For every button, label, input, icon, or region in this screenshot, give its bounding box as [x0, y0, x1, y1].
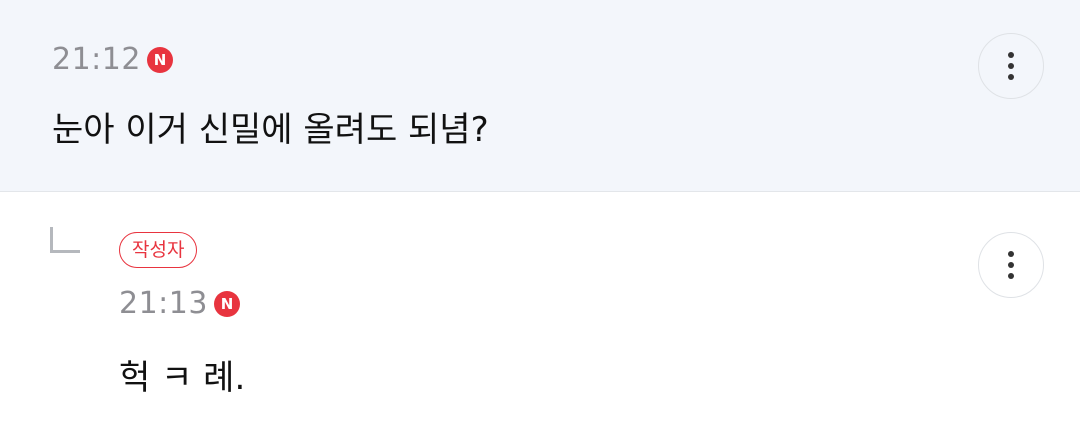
more-vertical-icon — [1008, 52, 1014, 58]
more-vertical-icon — [1008, 251, 1014, 257]
comment-meta: 21:12 N — [52, 40, 173, 80]
comment-item: 21:12 N 눈아 이거 신밀에 올려도 되념? — [0, 0, 1080, 192]
more-options-button[interactable] — [978, 33, 1044, 99]
reply-time: 21:13 — [119, 286, 208, 321]
author-badge: 작성자 — [119, 232, 198, 268]
more-options-button[interactable] — [978, 232, 1044, 298]
comment-text: 눈아 이거 신밀에 올려도 되념? — [52, 110, 489, 150]
new-badge: N — [213, 291, 240, 317]
reply-arrow-icon — [50, 227, 80, 253]
reply-meta: 21:13 N — [119, 284, 240, 324]
comment-time: 21:12 — [52, 42, 141, 77]
reply-item: 작성자 21:13 N 헉 ㅋ 례. — [0, 192, 1080, 432]
new-badge: N — [146, 47, 173, 73]
reply-text: 헉 ㅋ 례. — [119, 358, 246, 398]
